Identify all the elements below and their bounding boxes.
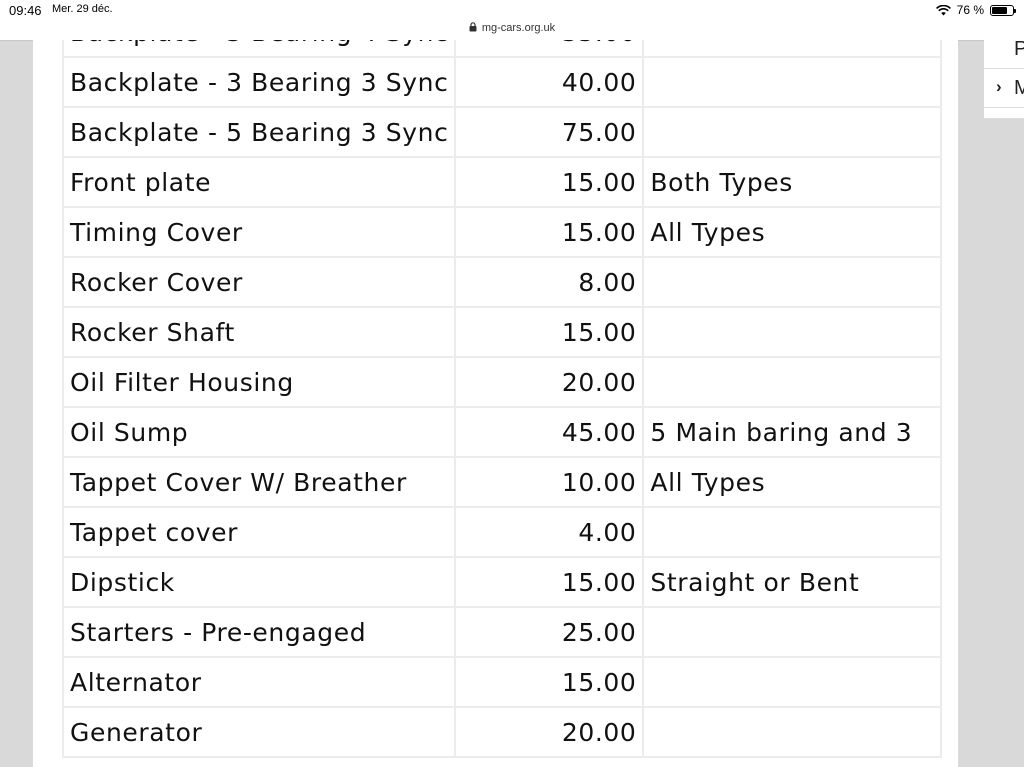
part-name-cell: Dipstick: [61, 556, 457, 608]
status-right: 76 %: [935, 3, 1016, 17]
part-price-cell: 15.00: [454, 156, 645, 208]
chevron-right-icon: ›: [996, 77, 1002, 96]
table-row: Backplate - 5 Bearing 3 Sync 75.00: [61, 106, 943, 158]
battery-icon: [990, 4, 1016, 16]
side-menu-item-label: M: [1014, 77, 1024, 100]
part-name-cell: Backplate - 5 Bearing 3 Sync: [61, 106, 457, 158]
address-bar[interactable]: mg-cars.org.uk: [0, 22, 1024, 41]
part-name-cell: Alternator: [61, 656, 457, 708]
url-text[interactable]: mg-cars.org.uk: [482, 22, 555, 34]
status-date: Mer. 29 déc.: [52, 3, 113, 15]
part-price-cell: 10.00: [454, 456, 645, 508]
side-menu-item[interactable]: P: [984, 40, 1024, 69]
part-name-cell: Generator: [61, 706, 457, 758]
part-name-cell: Timing Cover: [61, 206, 457, 258]
part-note-cell: [642, 506, 943, 558]
part-note-cell: All Types: [642, 206, 943, 258]
lock-icon: [469, 22, 477, 35]
table-row: Rocker Cover 8.00: [61, 256, 943, 308]
wifi-icon: [935, 4, 951, 15]
side-menu-item-label: P: [1014, 40, 1024, 61]
table-row: Dipstick 15.00 Straight or Bent: [61, 556, 943, 608]
page-content: Backplate - 3 Bearing 4 Sync35.00Backpla…: [33, 40, 958, 767]
part-name-cell: Front plate: [61, 156, 457, 208]
side-menu-item[interactable]: › M: [984, 69, 1024, 108]
part-note-cell: Both Types: [642, 156, 943, 208]
part-name-cell: Backplate - 3 Bearing 3 Sync: [61, 56, 457, 108]
table-row: Oil Sump 45.00 5 Main baring and 3: [61, 406, 943, 458]
part-note-cell: [642, 606, 943, 658]
table-row: Backplate - 3 Bearing 3 Sync 40.00: [61, 56, 943, 108]
status-time: 09:46: [9, 3, 42, 18]
part-price-cell: 4.00: [454, 506, 645, 558]
part-note-cell: All Types: [642, 456, 943, 508]
part-price-cell: 75.00: [454, 106, 645, 158]
table-row: Tappet Cover W/ Breather 10.00 All Types: [61, 456, 943, 508]
part-note-cell: 5 Main baring and 3: [642, 406, 943, 458]
part-price-cell: 35.00: [454, 40, 645, 58]
part-price-cell: 25.00: [454, 606, 645, 658]
table-row: Alternator 15.00: [61, 656, 943, 708]
table-row: Generator 20.00: [61, 706, 943, 758]
part-name-cell: Starters - Pre-engaged: [61, 606, 457, 658]
part-price-cell: 20.00: [454, 706, 645, 758]
table-row: Tappet cover 4.00: [61, 506, 943, 558]
part-note-cell: Straight or Bent: [642, 556, 943, 608]
part-price-cell: 45.00: [454, 406, 645, 458]
part-price-cell: 15.00: [454, 556, 645, 608]
part-note-cell: [642, 56, 943, 108]
table-row: Timing Cover 15.00 All Types: [61, 206, 943, 258]
part-price-cell: 20.00: [454, 356, 645, 408]
table-row: Front plate 15.00 Both Types: [61, 156, 943, 208]
part-name-cell: Backplate - 3 Bearing 4 Sync: [61, 40, 457, 58]
table-row: Starters - Pre-engaged 25.00: [61, 606, 943, 658]
status-bar: 09:46 Mer. 29 déc. 76 %: [0, 0, 1024, 22]
part-note-cell: [642, 656, 943, 708]
table-row: Backplate - 3 Bearing 4 Sync35.00: [61, 40, 943, 58]
part-note-cell: [642, 356, 943, 408]
table-row: Rocker Shaft 15.00: [61, 306, 943, 358]
part-name-cell: Tappet Cover W/ Breather: [61, 456, 457, 508]
part-note-cell: [642, 106, 943, 158]
battery-percent: 76 %: [956, 3, 984, 17]
part-price-cell: 15.00: [454, 306, 645, 358]
part-price-cell: 8.00: [454, 256, 645, 308]
part-name-cell: Rocker Cover: [61, 256, 457, 308]
part-name-cell: Oil Sump: [61, 406, 457, 458]
part-note-cell: [642, 306, 943, 358]
part-price-cell: 15.00: [454, 206, 645, 258]
part-note-cell: [642, 40, 943, 58]
part-name-cell: Oil Filter Housing: [61, 356, 457, 408]
part-name-cell: Tappet cover: [61, 506, 457, 558]
part-price-cell: 15.00: [454, 656, 645, 708]
part-price-cell: 40.00: [454, 56, 645, 108]
table-row: Oil Filter Housing 20.00: [61, 356, 943, 408]
parts-price-table: Backplate - 3 Bearing 4 Sync35.00Backpla…: [61, 40, 943, 758]
part-name-cell: Rocker Shaft: [61, 306, 457, 358]
part-note-cell: [642, 256, 943, 308]
side-menu: P › M: [984, 40, 1024, 119]
part-note-cell: [642, 706, 943, 758]
